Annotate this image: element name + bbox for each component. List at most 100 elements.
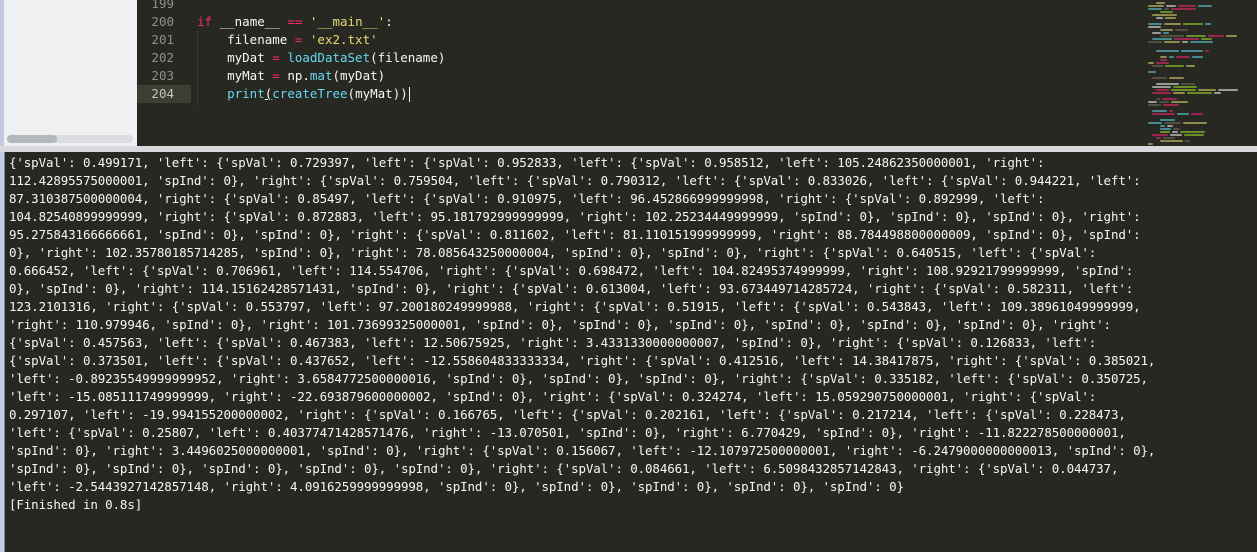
minimap-code-line: [1148, 104, 1161, 106]
minimap-code-line: [1164, 23, 1181, 25]
var-filename: filename: [227, 32, 288, 47]
minimap-code-line: [1172, 131, 1178, 133]
sidebar-scrollbar-thumb[interactable]: [7, 135, 57, 143]
assign-op: =: [287, 32, 310, 47]
minimap-code-line: [1186, 35, 1206, 37]
minimap-code-line: [1152, 38, 1172, 40]
minimap-code-line: [1169, 77, 1184, 79]
keyword-if: if: [197, 14, 213, 29]
output-line: 'spInd': 0}, 'right': 3.4496025000000001…: [9, 443, 1156, 458]
minimap-code-line: [1164, 8, 1169, 10]
minimap-code-line: [1160, 131, 1170, 133]
output-line: {'spVal': 0.457563, 'left': {'spVal': 0.…: [9, 335, 1097, 350]
dunder-name: __name__: [212, 14, 288, 29]
minimap-code-line: [1160, 128, 1171, 130]
minimap-code-line: [1159, 101, 1169, 103]
minimap-code-line: [1214, 92, 1221, 94]
minimap-code-line: [1163, 104, 1179, 106]
minimap-code-line: [1165, 65, 1184, 67]
minimap-code-line: [1173, 128, 1180, 130]
minimap-code-line: [1175, 29, 1188, 31]
line-number: 201: [151, 32, 174, 47]
minimap-code-line: [1173, 86, 1197, 88]
minimap-code-line: [1160, 125, 1165, 127]
minimap-code-line: [1176, 56, 1190, 58]
minimap-code-line: [1171, 8, 1196, 10]
call-args: (filename): [370, 50, 446, 65]
minimap-code-line: [1152, 77, 1167, 79]
minimap-code-line: [1160, 56, 1167, 58]
module-np: np.: [287, 68, 310, 83]
minimap-code-line: [1152, 14, 1177, 16]
minimap-code-line: [1181, 83, 1195, 85]
minimap-code-line: [1152, 110, 1167, 112]
var-mydat: myDat: [227, 50, 265, 65]
minimap-code-line: [1156, 50, 1179, 52]
console-output-text: {'spVal': 0.499171, 'left': {'spVal': 0.…: [5, 152, 1257, 514]
colon: :: [385, 14, 393, 29]
minimap-code-line: [1152, 86, 1171, 88]
minimap-code-line: [1187, 92, 1212, 94]
sidebar-horizontal-scrollbar[interactable]: [7, 135, 133, 143]
call-args: (myDat): [332, 68, 386, 83]
assign-op: =: [264, 50, 288, 65]
output-line: 95.275843166666661, 'spInd': 0}, 'spInd'…: [9, 227, 1141, 242]
minimap-code-line: [1181, 50, 1203, 52]
minimap-code-line: [1218, 89, 1238, 91]
minimap-code-line: [1160, 29, 1173, 31]
code-editor[interactable]: 199 200 201 202 203 204 if __name__ == '…: [137, 0, 1257, 146]
line-number: 202: [151, 50, 174, 65]
code-text-area[interactable]: if __name__ == '__main__': filename = 'e…: [197, 0, 1117, 146]
minimap-code-line: [1171, 101, 1188, 103]
output-line: 0.297107, 'left': -19.994155200000002, '…: [9, 407, 1126, 422]
string-filename: 'ex2.txt': [309, 32, 378, 47]
minimap-code-line: [1226, 35, 1237, 37]
minimap[interactable]: [1142, 0, 1257, 146]
line-number: 199: [151, 0, 174, 11]
output-line: 123.2101316, 'right': {'spVal': 0.553797…: [9, 299, 1141, 314]
minimap-code-line: [1174, 38, 1199, 40]
code-line-204: print(createTree(myMat)): [197, 85, 410, 103]
minimap-code-line: [1183, 23, 1203, 25]
var-mymat: myMat: [227, 68, 265, 83]
minimap-code-line: [1156, 83, 1179, 85]
output-line: 'right': 110.979946, 'spInd': 0}, 'right…: [9, 317, 1111, 332]
minimap-code-line: [1163, 32, 1169, 34]
minimap-code-line: [1184, 134, 1204, 136]
minimap-code-line: [1190, 41, 1213, 43]
code-line-201: filename = 'ex2.txt': [197, 31, 378, 49]
assign-op: =: [264, 68, 288, 83]
text-cursor: [408, 87, 410, 102]
output-line: 'left': -15.085111749999999, 'right': -2…: [9, 389, 1097, 404]
output-line: 0}, 'right': 102.35780185714285, 'spInd'…: [9, 245, 1097, 260]
line-number-gutter: 199 200 201 202 203 204: [137, 0, 191, 146]
minimap-code-line: [1148, 8, 1162, 10]
minimap-code-line: [1192, 56, 1203, 58]
build-output-panel[interactable]: {'spVal': 0.499171, 'left': {'spVal': 0.…: [5, 152, 1257, 552]
minimap-code-line: [1160, 140, 1183, 142]
minimap-code-line: [1148, 143, 1153, 145]
minimap-code-line: [1183, 122, 1207, 124]
minimap-code-line: [1152, 65, 1163, 67]
minimap-code-line: [1156, 17, 1163, 19]
minimap-code-line: [1205, 50, 1209, 52]
code-line-200: if __name__ == '__main__':: [197, 13, 393, 31]
minimap-code-line: [1173, 92, 1185, 94]
minimap-code-line: [1160, 35, 1184, 37]
minimap-code-line: [1148, 41, 1162, 43]
fn-loaddataset: loadDataSet: [287, 50, 371, 65]
minimap-code-line: [1186, 65, 1195, 67]
minimap-code-line: [1169, 56, 1174, 58]
minimap-code-line: [1198, 5, 1212, 7]
build-finished-status: [Finished in 0.8s]: [9, 497, 143, 512]
minimap-code-line: [1191, 113, 1203, 115]
output-line: {'spVal': 0.499171, 'left': {'spVal': 0.…: [9, 155, 1045, 170]
minimap-code-line: [1152, 113, 1175, 115]
minimap-code-line: [1171, 89, 1196, 91]
minimap-code-line: [1167, 125, 1173, 127]
minimap-code-line: [1182, 41, 1188, 43]
output-line: 'left': -0.89235549999999952, 'right': 3…: [9, 371, 1148, 386]
minimap-code-line: [1185, 140, 1190, 142]
